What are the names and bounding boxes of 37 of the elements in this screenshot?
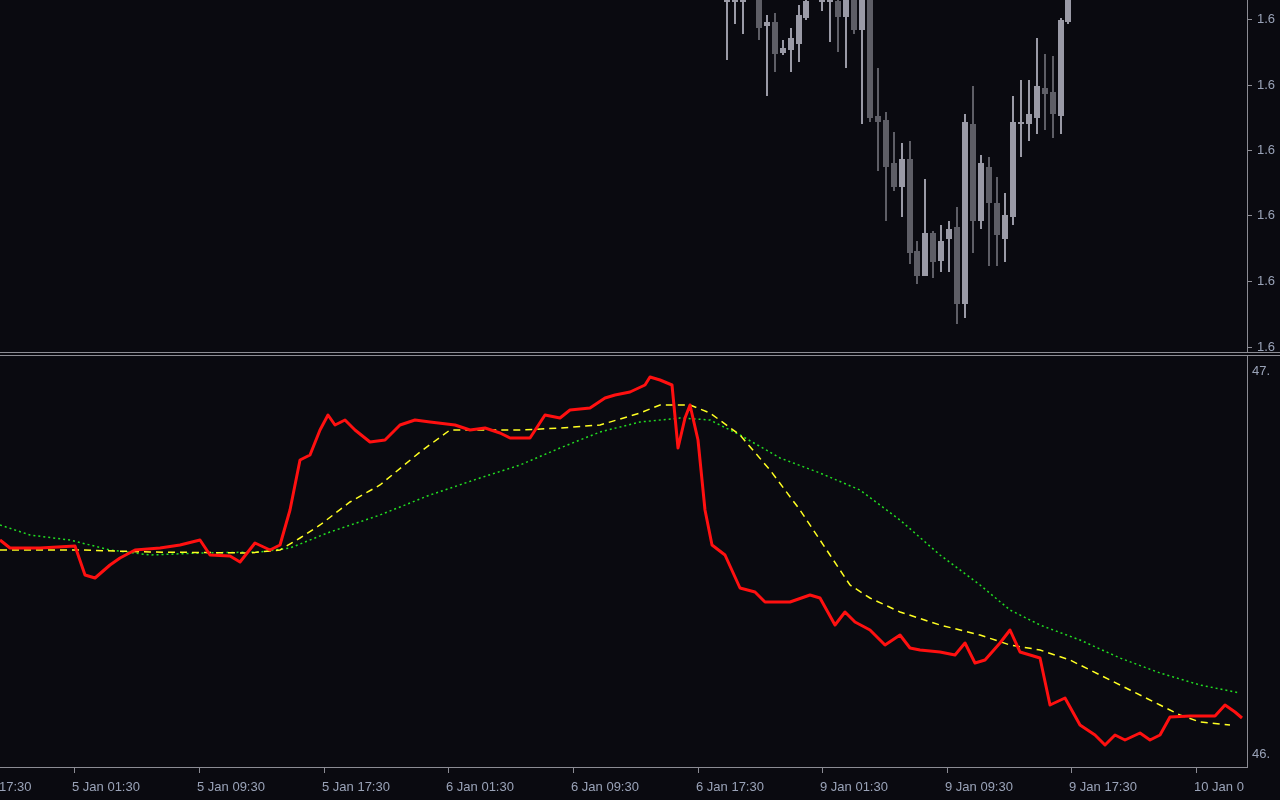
candlestick <box>835 0 841 53</box>
candlestick <box>772 12 778 73</box>
time-axis-label: 9 Jan 01:30 <box>820 780 888 793</box>
indicator-axis-label: 46. <box>1252 747 1272 760</box>
candlestick <box>740 0 746 35</box>
candlestick <box>827 0 833 43</box>
time-axis-label: 5 Jan 17:30 <box>322 780 390 793</box>
price-axis-label: 1.6 <box>1257 208 1276 221</box>
time-axis-label: 6 Jan 01:30 <box>446 780 514 793</box>
candlestick <box>724 0 730 61</box>
candlestick <box>788 27 794 73</box>
time-axis-label: 9 Jan 09:30 <box>945 780 1013 793</box>
candlestick <box>819 0 825 12</box>
candlestick <box>732 0 738 25</box>
candlestick <box>1026 79 1032 142</box>
price-axis-label: 1.6 <box>1257 143 1276 156</box>
candlestick <box>780 39 786 56</box>
time-axis-label: 17:30 <box>0 780 32 793</box>
time-axis-label: 10 Jan 0 <box>1194 780 1244 793</box>
time-axis-label: 9 Jan 17:30 <box>1069 780 1137 793</box>
time-axis-label: 5 Jan 09:30 <box>197 780 265 793</box>
candlestick <box>756 0 762 41</box>
time-axis-label: 6 Jan 09:30 <box>571 780 639 793</box>
time-axis-label: 5 Jan 01:30 <box>72 780 140 793</box>
price-axis-label: 1.6 <box>1257 12 1276 25</box>
price-axis-label: 1.6 <box>1257 340 1276 353</box>
candlestick <box>938 224 944 273</box>
indicator-axis-label: 47. <box>1252 364 1272 377</box>
price-axis-label: 1.6 <box>1257 78 1276 91</box>
candlestick <box>1002 192 1008 263</box>
candlestick <box>930 230 936 279</box>
candlestick <box>843 0 849 69</box>
price-axis-label: 1.6 <box>1257 274 1276 287</box>
time-axis-label: 6 Jan 17:30 <box>696 780 764 793</box>
candlestick <box>851 0 857 35</box>
candlestick <box>946 220 952 273</box>
candlestick <box>891 131 897 192</box>
